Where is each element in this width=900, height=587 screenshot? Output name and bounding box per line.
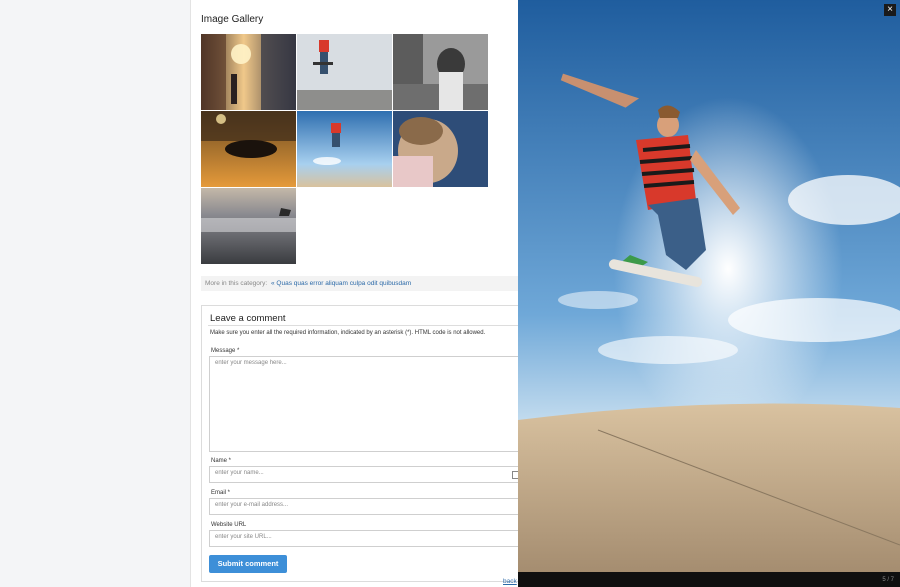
comment-form-note: Make sure you enter all the required inf…	[210, 330, 486, 336]
gallery-title: Image Gallery	[201, 14, 264, 25]
submit-comment-button[interactable]: Submit comment	[209, 555, 287, 573]
thumb-seascape[interactable]	[201, 188, 296, 264]
thumb-woman-hair[interactable]	[393, 111, 488, 187]
comment-form-title: Leave a comment	[210, 313, 286, 324]
message-placeholder: enter your message here...	[215, 360, 287, 366]
url-label: Website URL	[211, 522, 247, 528]
thumb-skater-jump[interactable]	[297, 111, 392, 187]
thumb-woman-street[interactable]	[393, 34, 488, 110]
lightbox-image	[518, 0, 900, 572]
close-icon[interactable]: ×	[884, 4, 896, 16]
lightbox-overlay: × 5 / 7	[518, 0, 900, 587]
email-input[interactable]: enter your e-mail address...	[209, 498, 519, 515]
more-in-category-bar: More in this category: « Quas quas error…	[201, 276, 519, 291]
message-textarea[interactable]: enter your message here...	[209, 356, 519, 452]
thumb-dog-floor[interactable]	[201, 111, 296, 187]
thumb-skater-standing[interactable]	[297, 34, 392, 110]
back-link[interactable]: back	[503, 578, 517, 585]
comment-form: Leave a comment Make sure you enter all …	[201, 305, 519, 582]
email-label: Email *	[211, 490, 231, 496]
name-placeholder: enter your name...	[215, 470, 264, 476]
more-in-category-label: More in this category:	[205, 280, 268, 287]
image-counter: 5 / 7	[882, 577, 894, 583]
url-input[interactable]: enter your site URL...	[209, 530, 519, 547]
url-placeholder: enter your site URL...	[215, 534, 272, 540]
name-input[interactable]: enter your name...	[209, 466, 519, 483]
article-page: Image Gallery More in this category: « Q…	[190, 0, 519, 587]
thumb-street-sunset[interactable]	[201, 34, 296, 110]
message-label: Message *	[211, 348, 240, 354]
related-article-link[interactable]: « Quas quas error aliquam culpa odit qui…	[271, 276, 411, 291]
email-placeholder: enter your e-mail address...	[215, 502, 289, 508]
divider	[208, 325, 519, 326]
name-label: Name *	[211, 458, 232, 464]
